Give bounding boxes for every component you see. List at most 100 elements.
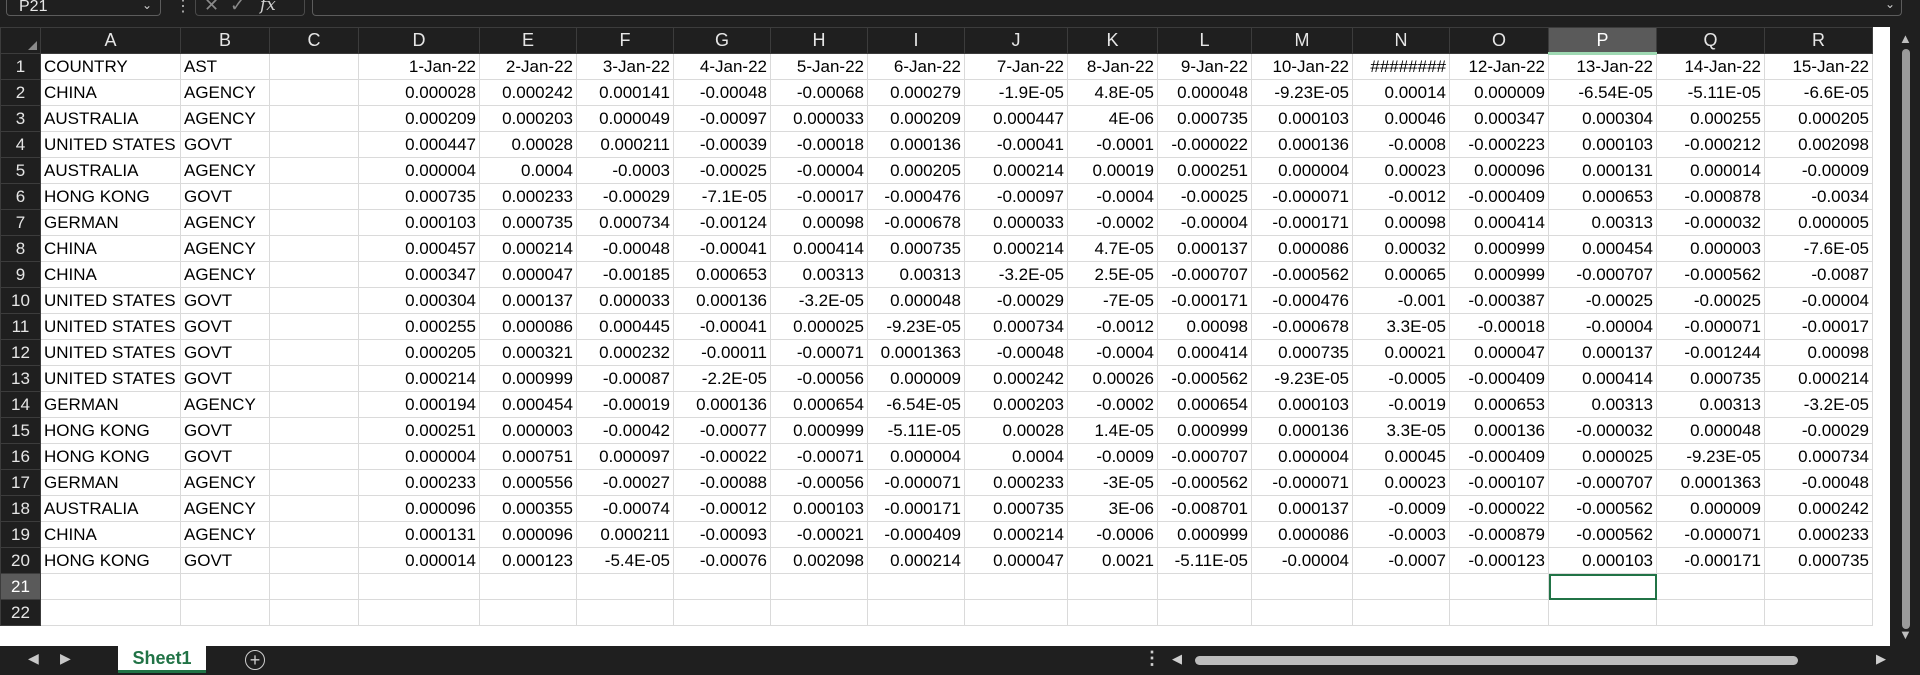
- cell-m20[interactable]: -0.00004: [1251, 547, 1353, 574]
- column-header-l[interactable]: L: [1157, 27, 1252, 54]
- cell-k17[interactable]: -3E-05: [1067, 469, 1158, 496]
- row-header[interactable]: 21: [0, 573, 41, 600]
- cell-o19[interactable]: -0.000879: [1449, 521, 1549, 548]
- cell-a5[interactable]: AUSTRALIA: [40, 157, 181, 184]
- cell-i21[interactable]: [867, 573, 965, 600]
- cell-a3[interactable]: AUSTRALIA: [40, 105, 181, 132]
- cell-i22[interactable]: [867, 599, 965, 626]
- cell-j2[interactable]: -1.9E-05: [964, 79, 1068, 106]
- cell-h15[interactable]: 0.000999: [770, 417, 868, 444]
- cell-f21[interactable]: [576, 573, 674, 600]
- vertical-scrollbar[interactable]: ▲ ▼: [1892, 27, 1920, 646]
- cell-p20[interactable]: 0.000103: [1548, 547, 1657, 574]
- cell-a2[interactable]: CHINA: [40, 79, 181, 106]
- row-header[interactable]: 22: [0, 599, 41, 626]
- cell-n19[interactable]: -0.0003: [1352, 521, 1450, 548]
- cell-h4[interactable]: -0.00018: [770, 131, 868, 158]
- cell-g6[interactable]: -7.1E-05: [673, 183, 771, 210]
- cell-n13[interactable]: -0.0005: [1352, 365, 1450, 392]
- cell-k10[interactable]: -7E-05: [1067, 287, 1158, 314]
- cell-a8[interactable]: CHINA: [40, 235, 181, 262]
- cell-o10[interactable]: -0.000387: [1449, 287, 1549, 314]
- formula-input[interactable]: ⌄: [312, 0, 1902, 16]
- cell-k18[interactable]: 3E-06: [1067, 495, 1158, 522]
- cell-p18[interactable]: -0.000562: [1548, 495, 1657, 522]
- cell-b15[interactable]: GOVT: [180, 417, 270, 444]
- cell-g4[interactable]: -0.00039: [673, 131, 771, 158]
- row-header[interactable]: 2: [0, 79, 41, 106]
- cell-k14[interactable]: -0.0002: [1067, 391, 1158, 418]
- cell-e10[interactable]: 0.000137: [479, 287, 577, 314]
- cell-e18[interactable]: 0.000355: [479, 495, 577, 522]
- cell-i2[interactable]: 0.000279: [867, 79, 965, 106]
- cell-j12[interactable]: -0.00048: [964, 339, 1068, 366]
- cell-a10[interactable]: UNITED STATES: [40, 287, 181, 314]
- cell-m5[interactable]: 0.000004: [1251, 157, 1353, 184]
- sheet-tab[interactable]: Sheet1: [118, 646, 206, 673]
- cell-i13[interactable]: 0.000009: [867, 365, 965, 392]
- cell-f5[interactable]: -0.0003: [576, 157, 674, 184]
- cell-f7[interactable]: 0.000734: [576, 209, 674, 236]
- cell-p6[interactable]: 0.000653: [1548, 183, 1657, 210]
- row-header[interactable]: 1: [0, 53, 41, 80]
- cell-r16[interactable]: 0.000734: [1764, 443, 1873, 470]
- cell-h17[interactable]: -0.00056: [770, 469, 868, 496]
- more-options-icon[interactable]: ⋮: [175, 0, 191, 16]
- cell-e16[interactable]: 0.000751: [479, 443, 577, 470]
- cell-q19[interactable]: -0.000071: [1656, 521, 1765, 548]
- cell-o21[interactable]: [1449, 573, 1549, 600]
- cell-f15[interactable]: -0.00042: [576, 417, 674, 444]
- cell-j8[interactable]: 0.000214: [964, 235, 1068, 262]
- cell-g9[interactable]: 0.000653: [673, 261, 771, 288]
- cell-k5[interactable]: 0.00019: [1067, 157, 1158, 184]
- cell-d9[interactable]: 0.000347: [358, 261, 480, 288]
- cell-j11[interactable]: 0.000734: [964, 313, 1068, 340]
- cell-l14[interactable]: 0.000654: [1157, 391, 1252, 418]
- cell-c18[interactable]: [269, 495, 359, 522]
- row-header[interactable]: 7: [0, 209, 41, 236]
- cell-a13[interactable]: UNITED STATES: [40, 365, 181, 392]
- cell-d18[interactable]: 0.000096: [358, 495, 480, 522]
- cell-d16[interactable]: 0.000004: [358, 443, 480, 470]
- cell-b16[interactable]: GOVT: [180, 443, 270, 470]
- cell-o16[interactable]: -0.000409: [1449, 443, 1549, 470]
- cell-j22[interactable]: [964, 599, 1068, 626]
- cell-b6[interactable]: GOVT: [180, 183, 270, 210]
- cell-m17[interactable]: -0.000071: [1251, 469, 1353, 496]
- cell-a18[interactable]: AUSTRALIA: [40, 495, 181, 522]
- cell-e20[interactable]: 0.000123: [479, 547, 577, 574]
- cell-c5[interactable]: [269, 157, 359, 184]
- cell-p13[interactable]: 0.000414: [1548, 365, 1657, 392]
- vertical-scroll-thumb[interactable]: [1902, 49, 1910, 629]
- cell-p2[interactable]: -6.54E-05: [1548, 79, 1657, 106]
- cell-m10[interactable]: -0.000476: [1251, 287, 1353, 314]
- cell-j9[interactable]: -3.2E-05: [964, 261, 1068, 288]
- cell-e17[interactable]: 0.000556: [479, 469, 577, 496]
- column-header-k[interactable]: K: [1067, 27, 1158, 54]
- cell-j16[interactable]: 0.0004: [964, 443, 1068, 470]
- cell-r20[interactable]: 0.000735: [1764, 547, 1873, 574]
- cell-i10[interactable]: 0.000048: [867, 287, 965, 314]
- cell-o1[interactable]: 12-Jan-22: [1449, 53, 1549, 80]
- cell-d15[interactable]: 0.000251: [358, 417, 480, 444]
- cell-n2[interactable]: 0.00014: [1352, 79, 1450, 106]
- cell-h3[interactable]: 0.000033: [770, 105, 868, 132]
- cell-d3[interactable]: 0.000209: [358, 105, 480, 132]
- cell-g20[interactable]: -0.00076: [673, 547, 771, 574]
- cell-l11[interactable]: 0.00098: [1157, 313, 1252, 340]
- cell-a21[interactable]: [40, 573, 181, 600]
- cell-i16[interactable]: 0.000004: [867, 443, 965, 470]
- cell-d8[interactable]: 0.000457: [358, 235, 480, 262]
- cell-l16[interactable]: -0.000707: [1157, 443, 1252, 470]
- cell-k15[interactable]: 1.4E-05: [1067, 417, 1158, 444]
- cell-o14[interactable]: 0.000653: [1449, 391, 1549, 418]
- cell-r2[interactable]: -6.6E-05: [1764, 79, 1873, 106]
- cell-l12[interactable]: 0.000414: [1157, 339, 1252, 366]
- cell-b21[interactable]: [180, 573, 270, 600]
- column-header-c[interactable]: C: [269, 27, 359, 54]
- cell-r10[interactable]: -0.00004: [1764, 287, 1873, 314]
- cell-a22[interactable]: [40, 599, 181, 626]
- cell-c21[interactable]: [269, 573, 359, 600]
- cell-i5[interactable]: 0.000205: [867, 157, 965, 184]
- cell-j19[interactable]: 0.000214: [964, 521, 1068, 548]
